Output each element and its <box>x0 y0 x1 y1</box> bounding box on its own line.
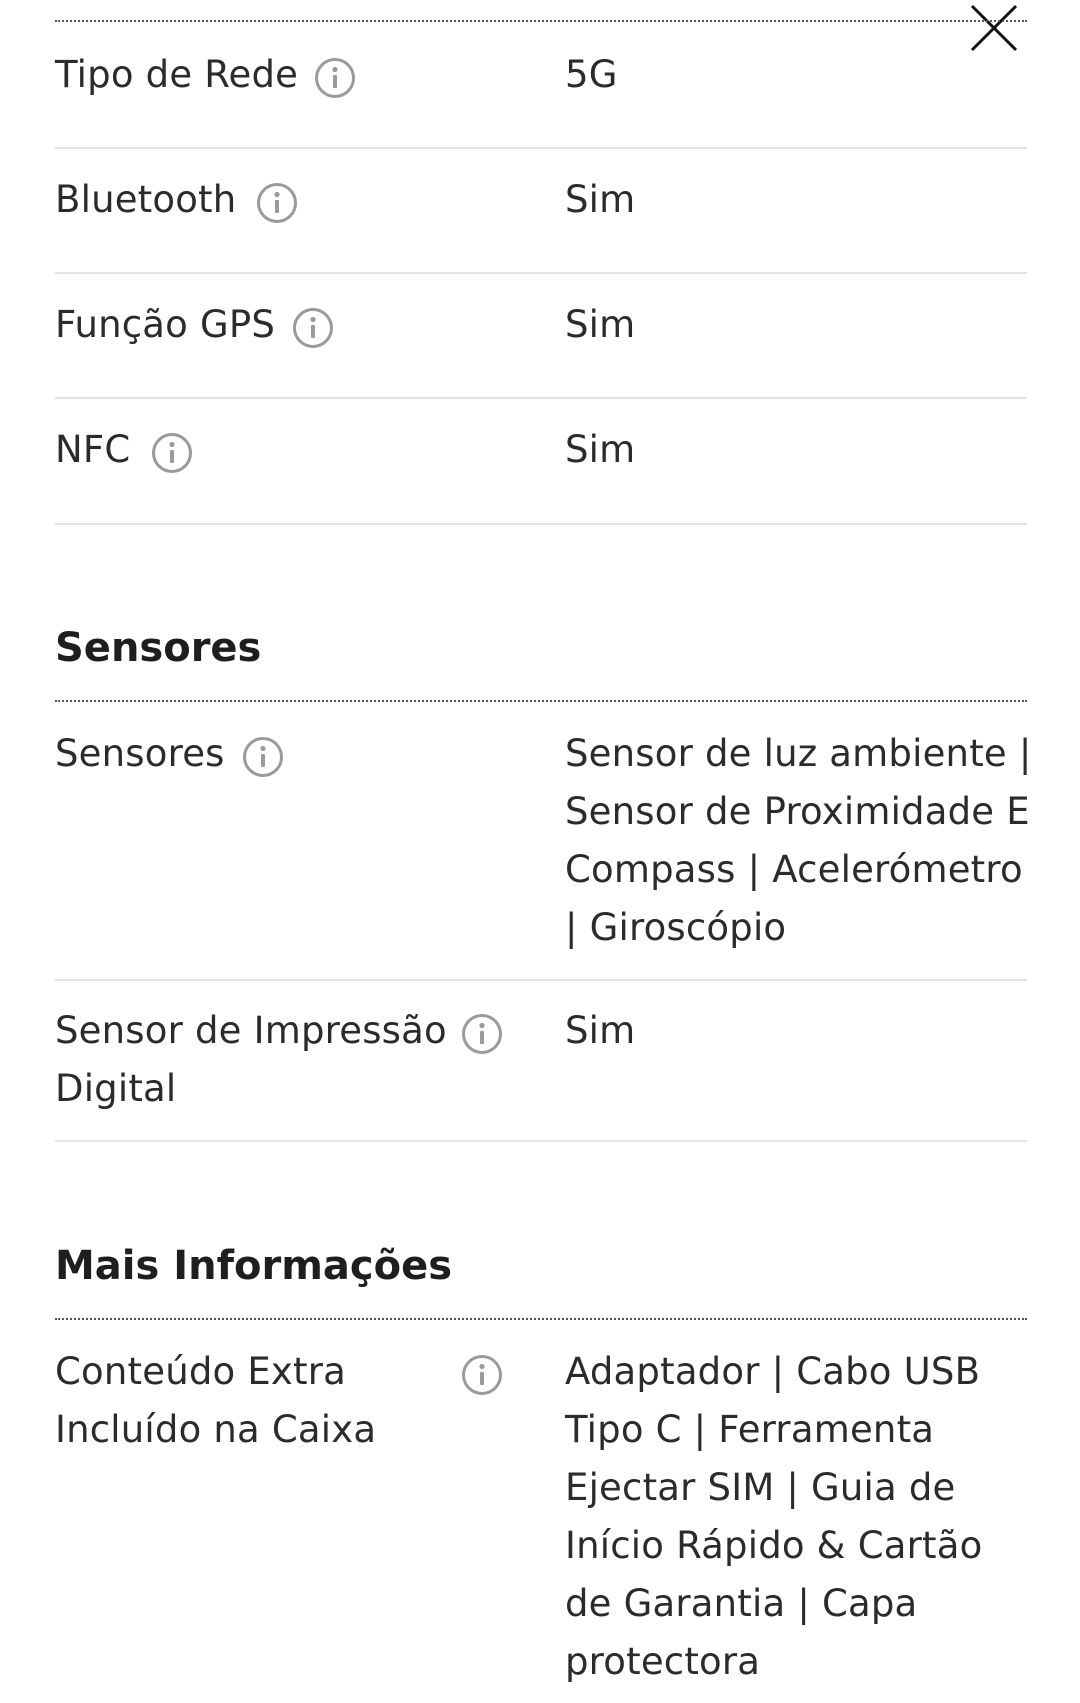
spec-row-bluetooth: Bluetooth Sim <box>55 171 1027 274</box>
section-title-more-info: Mais Informações <box>55 1243 453 1289</box>
spec-label: NFC <box>55 428 131 471</box>
spec-row-fingerprint: Sensor de Impressão Digital Sim <box>55 1002 1027 1142</box>
info-icon[interactable] <box>461 1013 503 1055</box>
section-divider <box>55 20 1027 22</box>
spec-value: Sim <box>565 303 636 346</box>
spec-label: Tipo de Rede <box>55 53 299 96</box>
spec-row-nfc: NFC Sim <box>55 421 1027 525</box>
info-icon[interactable] <box>242 736 284 778</box>
spec-value: Sim <box>565 178 636 221</box>
spec-row-sensors: Sensores Sensor de luz ambiente | Sensor… <box>55 725 1031 981</box>
spec-label: Sensores <box>55 732 225 775</box>
spec-row-box-contents: Conteúdo Extra Incluído na Caixa Adaptad… <box>55 1343 1027 1703</box>
spec-label: Função GPS <box>55 303 276 346</box>
spec-label: Sensor de Impressão Digital <box>55 1009 447 1110</box>
spec-value: Sim <box>565 1009 636 1052</box>
specs-panel: Tipo de Rede 5G Bluetooth Sim Função GPS… <box>0 0 1080 1692</box>
spec-label: Bluetooth <box>55 178 237 221</box>
spec-value: Sensor de luz ambiente | Sensor de Proxi… <box>565 732 1032 949</box>
info-icon[interactable] <box>151 432 193 474</box>
spec-value: Adaptador | Cabo USB Tipo C | Ferramenta… <box>565 1350 983 1683</box>
spec-row-network-type: Tipo de Rede 5G <box>55 46 1027 149</box>
section-title-sensors: Sensores <box>55 625 262 671</box>
section-divider <box>55 700 1027 702</box>
spec-label: Conteúdo Extra Incluído na Caixa <box>55 1350 377 1451</box>
section-divider <box>55 1318 1027 1320</box>
info-icon[interactable] <box>461 1354 503 1396</box>
info-icon[interactable] <box>314 57 356 99</box>
spec-value: 5G <box>565 53 618 96</box>
info-icon[interactable] <box>256 182 298 224</box>
info-icon[interactable] <box>292 307 334 349</box>
spec-row-gps: Função GPS Sim <box>55 296 1027 399</box>
spec-value: Sim <box>565 428 636 471</box>
